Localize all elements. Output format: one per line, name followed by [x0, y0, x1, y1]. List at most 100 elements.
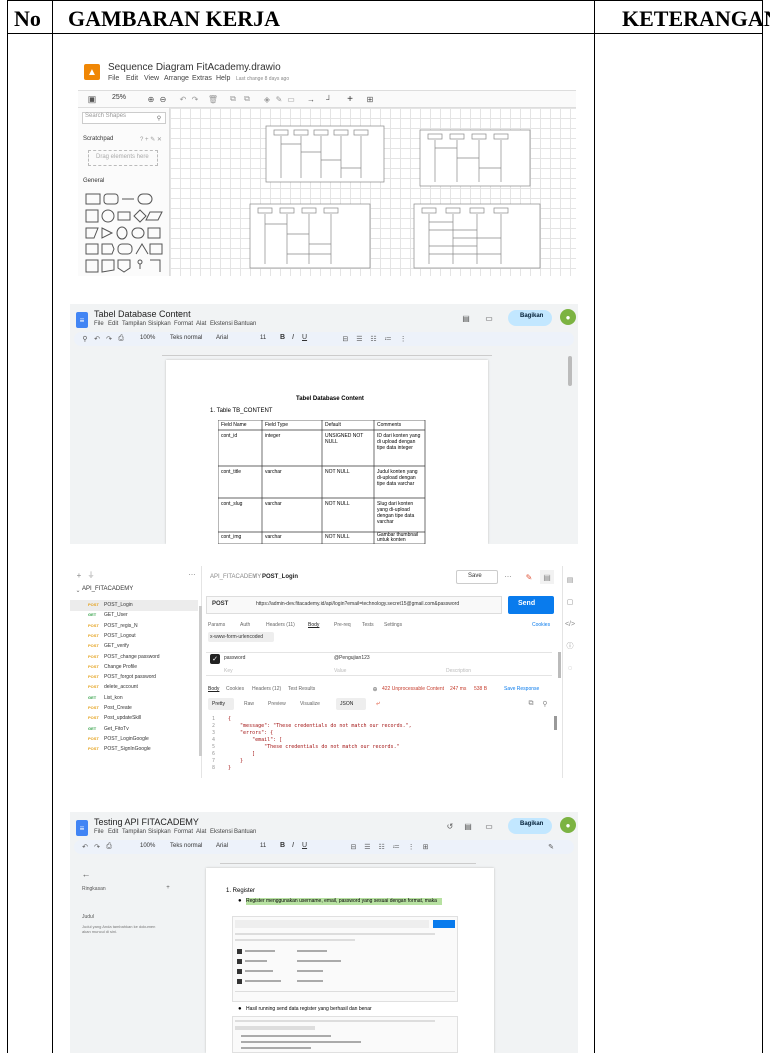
search-menus-icon[interactable]: ⚲	[80, 333, 90, 345]
docs-panel-icon[interactable]: ▤	[564, 574, 576, 586]
undo-icon[interactable]: ↶	[92, 333, 102, 345]
to-back-icon[interactable]: ⧉	[242, 93, 252, 105]
save-response-button[interactable]: Save Response	[504, 686, 539, 692]
line-color-icon[interactable]: ✎	[274, 93, 284, 105]
print-icon[interactable]: ⎙	[104, 841, 114, 853]
docs-menu-tools[interactable]: Alat	[196, 321, 206, 327]
form-value[interactable]: @Pengujian123	[334, 655, 370, 661]
back-arrow-icon[interactable]: ←	[80, 868, 92, 880]
drawio-menu-file[interactable]: File	[108, 75, 119, 82]
meet-icon[interactable]: ▭	[482, 312, 496, 324]
sidebar-request-item[interactable]: POST_LoginGoogle	[104, 736, 149, 742]
comment-icon[interactable]: ▤	[540, 570, 554, 584]
font-size-input[interactable]: 11	[260, 843, 266, 849]
sidebar-request-item[interactable]: POST_change password	[104, 654, 160, 660]
comments-panel-icon[interactable]: ▢	[564, 596, 576, 608]
scratchpad-label[interactable]: Scratchpad	[83, 136, 113, 142]
docs-menu-file[interactable]: File	[94, 321, 104, 327]
italic-button[interactable]: I	[292, 334, 294, 341]
comments-icon[interactable]: ▤	[460, 312, 472, 324]
sidebar-request-item[interactable]: List_kon	[104, 695, 123, 701]
drawio-canvas[interactable]	[170, 108, 576, 276]
edit-icon[interactable]: ✎	[522, 570, 536, 584]
editing-mode-icon[interactable]: ✎	[544, 841, 558, 853]
scrollbar[interactable]	[568, 356, 572, 386]
avatar[interactable]: ●	[560, 817, 576, 833]
avatar[interactable]: ●	[560, 309, 576, 325]
method-select[interactable]: POST	[212, 601, 228, 607]
docs-menu-edit[interactable]: Edit	[108, 829, 118, 835]
drawio-menu-extras[interactable]: Extras	[192, 75, 212, 82]
align-tools-icon[interactable]: ⊟ ☰ ☷ ≔ ⋮	[316, 333, 436, 345]
key-placeholder[interactable]: Key	[224, 668, 233, 674]
info-panel-icon[interactable]: ⓘ	[564, 640, 576, 652]
undo-icon[interactable]: ↶	[178, 93, 188, 105]
more-icon[interactable]: ⋯	[502, 572, 514, 582]
docs-menu-help[interactable]: Bantuan	[234, 321, 256, 327]
drawio-menu-help[interactable]: Help	[216, 75, 230, 82]
docs-menu-insert[interactable]: Sisipkan	[148, 321, 171, 327]
add-summary-icon[interactable]: +	[164, 884, 172, 892]
drawio-menu-view[interactable]: View	[144, 75, 159, 82]
sidebar-request-item[interactable]: Post_updateSkill	[104, 715, 141, 721]
bulb-panel-icon[interactable]: ◌	[564, 662, 576, 674]
sidebar-request-item[interactable]: POST_Logout	[104, 633, 136, 639]
docs-menu-file[interactable]: File	[94, 829, 104, 835]
response-tab-tests[interactable]: Test Results	[288, 686, 315, 692]
meet-icon[interactable]: ▭	[482, 820, 496, 832]
docs-menu-format[interactable]: Format	[174, 321, 193, 327]
star-icon[interactable]: ☆	[174, 309, 184, 319]
drawio-menu-edit[interactable]: Edit	[126, 75, 138, 82]
shape-palette[interactable]	[84, 192, 164, 276]
sidebar-more-icon[interactable]: ⋯	[186, 570, 198, 580]
style-select[interactable]: Teks normal	[170, 843, 202, 849]
style-select[interactable]: Teks normal	[170, 335, 202, 341]
delete-icon[interactable]: 🗑	[208, 93, 218, 105]
zoom-in-icon[interactable]: ⊕	[146, 93, 156, 105]
star-icon[interactable]: ☆	[180, 817, 190, 827]
url-input[interactable]: https://admin-dev.fitacademy.id/api/logi…	[256, 601, 459, 607]
to-front-icon[interactable]: ⧉	[228, 93, 238, 105]
table-icon[interactable]: ⊞	[364, 93, 376, 105]
italic-button[interactable]: I	[292, 842, 294, 849]
drawio-zoom[interactable]: 25%	[112, 94, 126, 101]
response-tab-body[interactable]: Body	[208, 686, 219, 692]
zoom-select[interactable]: 100%	[140, 335, 155, 341]
collection-name[interactable]: API_FITACADEMY	[82, 586, 133, 592]
value-placeholder[interactable]: Value	[334, 668, 346, 674]
search-shapes-input[interactable]: Search Shapes	[85, 113, 126, 119]
response-tab-headers[interactable]: Headers (12)	[252, 686, 281, 692]
bold-button[interactable]: B	[280, 842, 285, 849]
sidebar-request-item[interactable]: POST_SignInGoogle	[104, 746, 151, 752]
history-icon[interactable]: ↺	[444, 820, 456, 832]
docs-menu-edit[interactable]: Edit	[108, 321, 118, 327]
tab-body[interactable]: Body	[308, 622, 319, 628]
cookies-link[interactable]: Cookies	[532, 622, 550, 628]
tab-tests[interactable]: Tests	[362, 622, 374, 628]
wrap-icon[interactable]: ⤶	[372, 698, 384, 710]
waypoints-icon[interactable]: ┘	[322, 93, 336, 105]
filter-icon[interactable]: ⏚	[86, 570, 96, 580]
sidebar-request-item[interactable]: Change Profile	[104, 664, 137, 670]
zoom-select[interactable]: 100%	[140, 843, 155, 849]
docs-menu-tools[interactable]: Alat	[196, 829, 206, 835]
checkbox-password[interactable]: ✓	[210, 654, 220, 664]
view-visualize[interactable]: Visualize	[300, 701, 320, 707]
tab-pre-req[interactable]: Pre-req	[334, 622, 351, 628]
chevron-down-icon[interactable]: ⌄	[74, 585, 82, 595]
sidebar-request-item[interactable]: GET_verify	[104, 643, 129, 649]
response-scrollbar[interactable]	[554, 716, 557, 730]
copy-icon[interactable]: ⧉	[526, 699, 536, 709]
scratchpad-actions-icon[interactable]: ? + ✎ ✕	[136, 134, 166, 144]
sidebar-request-item[interactable]: delete_account	[104, 684, 138, 690]
underline-button[interactable]: U	[302, 334, 307, 341]
view-raw[interactable]: Raw	[244, 701, 254, 707]
sidebar-scrollbar[interactable]	[199, 606, 202, 756]
docs-menu-extensions[interactable]: Ekstensi	[210, 829, 233, 835]
docs-menu-view[interactable]: Tampilan	[122, 829, 146, 835]
scrollbar[interactable]	[570, 868, 574, 1048]
sidebar-request-item[interactable]: POST_forgot password	[104, 674, 156, 680]
tab-params[interactable]: Params	[208, 622, 225, 628]
zoom-out-icon[interactable]: ⊖	[158, 93, 168, 105]
drawio-menu-arrange[interactable]: Arrange	[164, 75, 189, 82]
